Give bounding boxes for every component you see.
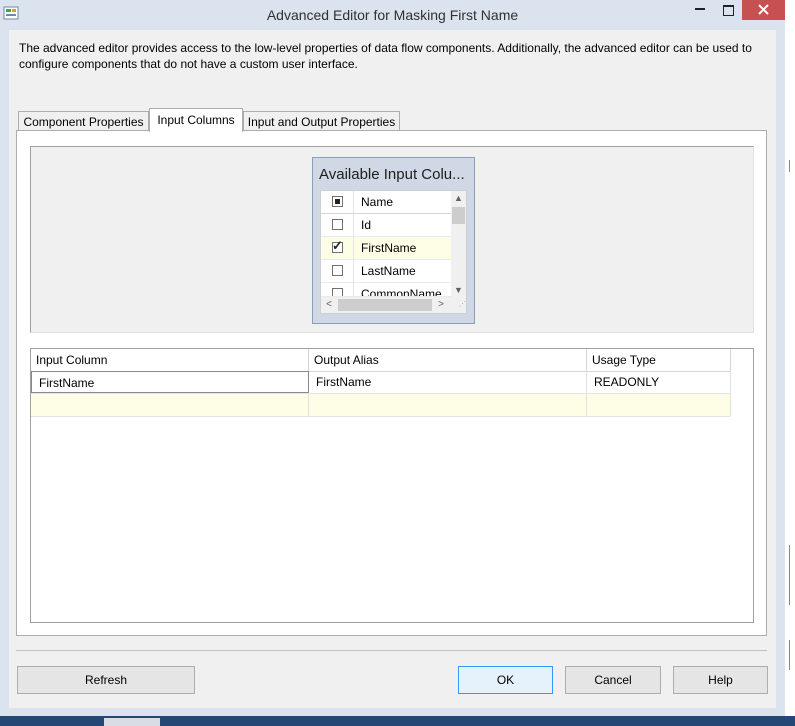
taskbar-item[interactable] xyxy=(104,718,160,726)
scroll-down-icon[interactable]: ▼ xyxy=(453,285,464,295)
select-all-checkbox[interactable] xyxy=(332,196,343,207)
title-bar[interactable]: Advanced Editor for Masking First Name xyxy=(0,0,785,30)
vertical-scrollbar[interactable]: ▲ ▼ xyxy=(451,191,466,297)
advanced-editor-window: Advanced Editor for Masking First Name T… xyxy=(0,0,785,716)
list-item-label: CommonName xyxy=(361,287,442,297)
grid-header-row: Input Column Output Alias Usage Type xyxy=(31,349,731,372)
list-header-row: Name xyxy=(321,191,451,214)
minimize-icon xyxy=(695,8,705,10)
scroll-up-icon[interactable]: ▲ xyxy=(453,193,464,203)
scroll-left-icon[interactable]: < xyxy=(323,299,335,310)
usage-type-cell[interactable]: READONLY xyxy=(587,371,731,393)
list-item-label: Id xyxy=(361,218,372,232)
output-alias-header[interactable]: Output Alias xyxy=(309,349,587,371)
ok-button[interactable]: OK xyxy=(458,666,553,694)
new-row[interactable] xyxy=(31,394,731,417)
id-checkbox[interactable] xyxy=(332,219,343,230)
tab-input-output-properties[interactable]: Input and Output Properties xyxy=(243,111,400,132)
dialog-content: The advanced editor provides access to t… xyxy=(9,30,776,708)
selected-columns-grid: Input Column Output Alias Usage Type Fir… xyxy=(30,348,754,623)
horizontal-scroll-thumb[interactable] xyxy=(338,299,432,311)
available-columns-list: Name Id ✓ FirstName LastName CommonName … xyxy=(320,190,467,314)
name-column-header: Name xyxy=(361,195,394,209)
list-item-id[interactable]: Id xyxy=(321,214,451,237)
edge-mark xyxy=(789,545,790,605)
column-divider xyxy=(353,237,354,260)
column-divider xyxy=(353,260,354,283)
commonname-checkbox[interactable] xyxy=(332,288,343,296)
edge-mark xyxy=(789,640,790,670)
lastname-checkbox[interactable] xyxy=(332,265,343,276)
available-columns-title: Available Input Colu... xyxy=(319,166,465,183)
maximize-icon xyxy=(723,5,734,16)
list-item-commonname[interactable]: CommonName xyxy=(321,283,451,297)
column-divider xyxy=(353,283,354,296)
close-button[interactable] xyxy=(742,0,785,20)
minimize-button[interactable] xyxy=(686,0,714,20)
list-item-lastname[interactable]: LastName xyxy=(321,260,451,283)
scroll-right-icon[interactable]: > xyxy=(435,299,447,310)
horizontal-scrollbar[interactable]: < > xyxy=(321,297,451,313)
new-input-column-cell[interactable] xyxy=(31,394,309,416)
input-column-header[interactable]: Input Column xyxy=(31,349,309,371)
taskbar-strip xyxy=(0,716,795,726)
column-divider xyxy=(353,191,354,214)
tab-input-columns[interactable]: Input Columns xyxy=(149,108,243,132)
background-window-edge xyxy=(785,0,795,716)
table-row[interactable]: FirstName FirstName READONLY xyxy=(31,371,731,394)
help-button[interactable]: Help xyxy=(673,666,768,694)
available-columns-area: Available Input Colu... Name Id ✓ FirstN… xyxy=(30,146,754,333)
new-output-alias-cell[interactable] xyxy=(309,394,587,416)
resize-grip-icon[interactable]: ⋰ xyxy=(451,297,466,313)
list-item-label: LastName xyxy=(361,264,416,278)
input-columns-panel: Available Input Colu... Name Id ✓ FirstN… xyxy=(16,130,767,636)
edge-mark xyxy=(789,160,790,172)
new-usage-type-cell[interactable] xyxy=(587,394,731,416)
maximize-button[interactable] xyxy=(714,0,742,20)
checkmark-icon: ✓ xyxy=(332,238,343,253)
close-icon xyxy=(758,4,769,15)
available-input-columns-box[interactable]: Available Input Colu... Name Id ✓ FirstN… xyxy=(312,157,475,324)
column-divider xyxy=(353,214,354,237)
list-item-label: FirstName xyxy=(361,241,417,255)
window-title: Advanced Editor for Masking First Name xyxy=(266,7,519,23)
description-text: The advanced editor provides access to t… xyxy=(19,41,752,71)
tab-component-properties[interactable]: Component Properties xyxy=(18,111,149,132)
list-item-firstname[interactable]: ✓ FirstName xyxy=(321,237,451,260)
firstname-checkbox[interactable]: ✓ xyxy=(332,238,343,253)
divider xyxy=(16,650,767,651)
usage-type-header[interactable]: Usage Type xyxy=(587,349,731,371)
refresh-button[interactable]: Refresh xyxy=(17,666,195,694)
output-alias-cell[interactable]: FirstName xyxy=(309,371,587,393)
vertical-scroll-thumb[interactable] xyxy=(452,207,465,224)
cancel-button[interactable]: Cancel xyxy=(565,666,661,694)
input-column-cell[interactable]: FirstName xyxy=(31,371,309,393)
